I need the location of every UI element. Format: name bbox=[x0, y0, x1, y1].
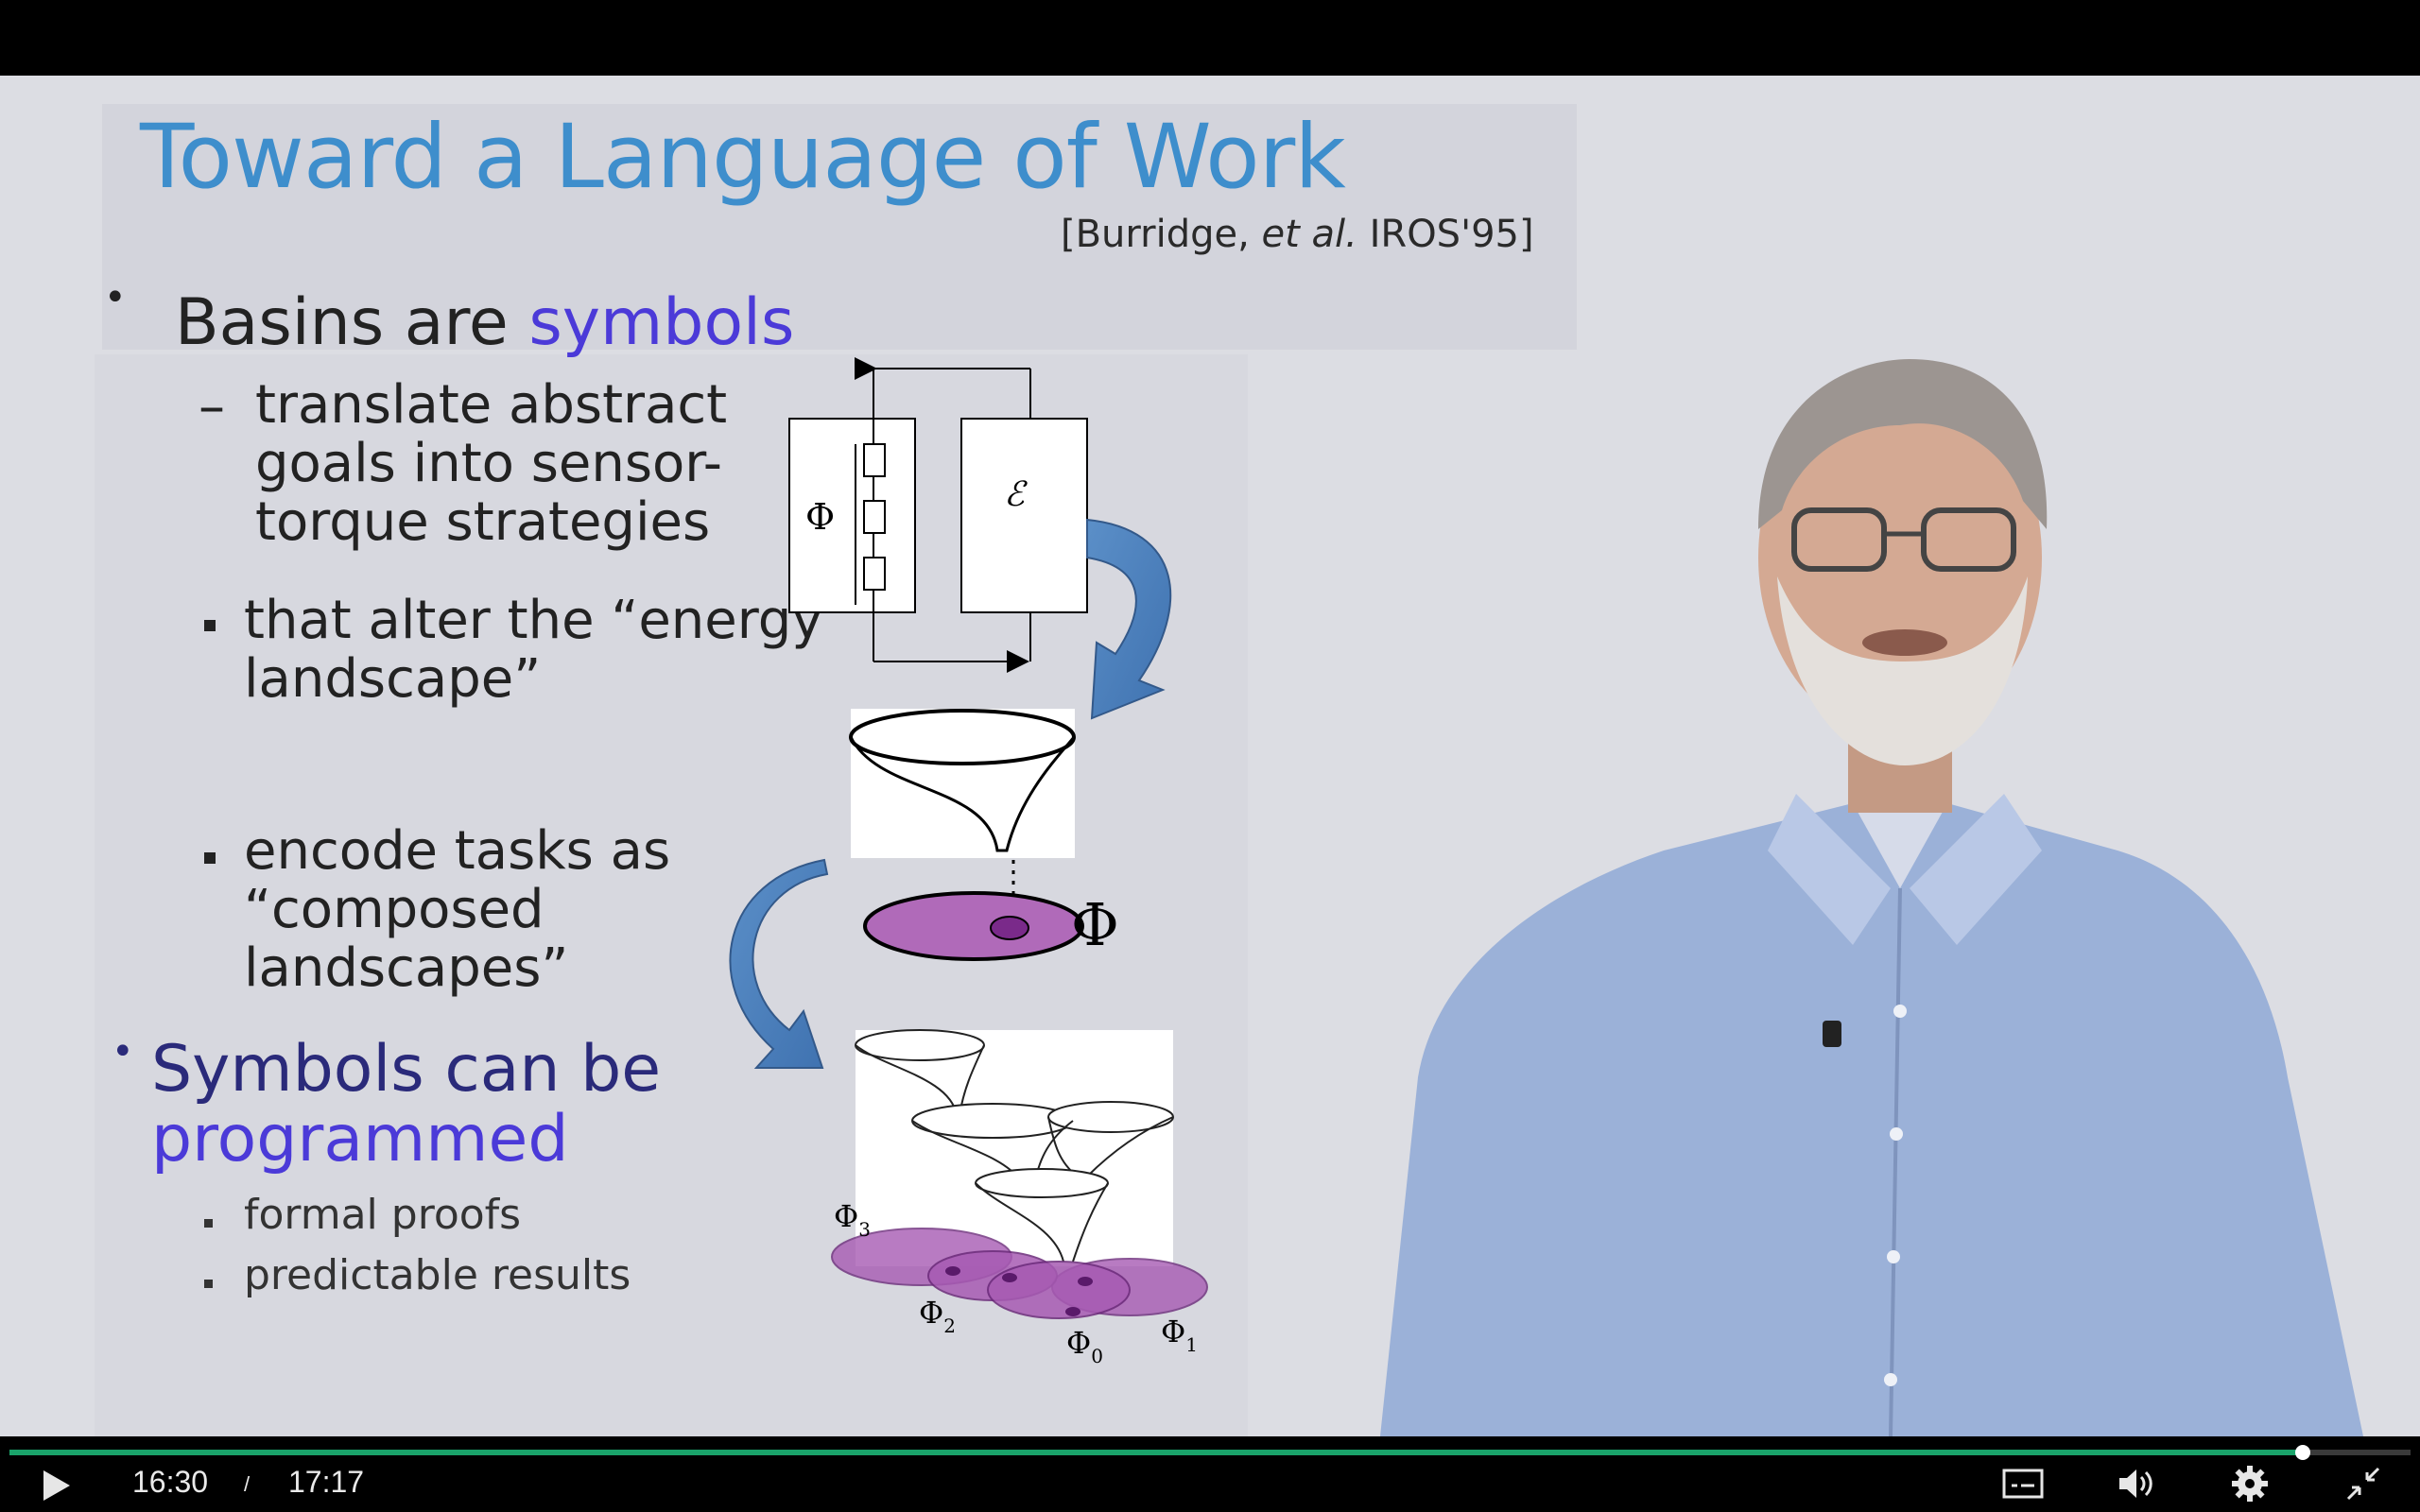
phi-big-label: Φ bbox=[1071, 890, 1119, 959]
progress-handle[interactable] bbox=[2294, 1445, 2310, 1460]
curved-arrow-icon bbox=[729, 858, 829, 1069]
volume-icon[interactable] bbox=[2116, 1465, 2157, 1503]
composed-funnels: Φ3 Φ2 Φ0 Φ1 bbox=[831, 1029, 1208, 1367]
speaker-video bbox=[1380, 359, 2363, 1436]
funnel-single: Φ bbox=[849, 709, 1119, 961]
duration: 17:17 bbox=[288, 1465, 365, 1499]
video-frame[interactable]: Toward a Language of Work [Burridge, et … bbox=[0, 76, 2420, 1436]
phi-label: Φ bbox=[805, 496, 835, 538]
play-icon[interactable] bbox=[34, 1467, 76, 1504]
exit-fullscreen-icon[interactable] bbox=[2342, 1465, 2384, 1503]
time-separator: / bbox=[244, 1472, 251, 1496]
epsilon-label: ℰ bbox=[1004, 475, 1028, 514]
feedback-loop-diagram: Φ ℰ bbox=[788, 357, 1088, 673]
current-time: 16:30 bbox=[132, 1465, 209, 1499]
phi1-label: Φ1 bbox=[1161, 1314, 1198, 1356]
captions-icon[interactable] bbox=[2002, 1465, 2044, 1503]
settings-icon[interactable] bbox=[2229, 1465, 2271, 1503]
phi2-label: Φ2 bbox=[919, 1295, 956, 1337]
progress-fill bbox=[9, 1450, 2303, 1455]
video-controls-bar: 16:30 / 17:17 bbox=[0, 1436, 2420, 1512]
curved-arrow-icon bbox=[1086, 518, 1172, 720]
phi0-label: Φ0 bbox=[1066, 1325, 1103, 1367]
